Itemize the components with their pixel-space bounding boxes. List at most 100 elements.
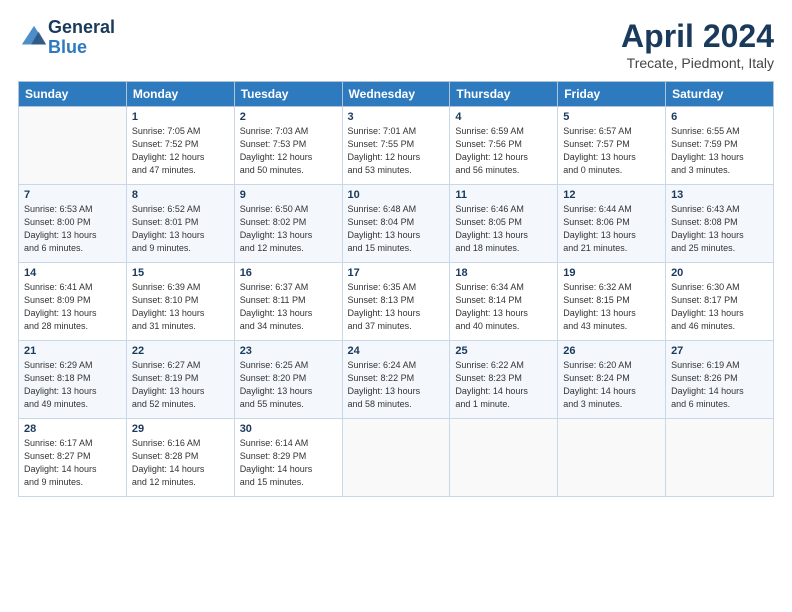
table-row: 28 Sunrise: 6:17 AM Sunset: 8:27 PM Dayli… [19, 419, 127, 497]
table-row: 6Sunrise: 6:55 AM Sunset: 7:59 PM Daylig… [666, 107, 774, 185]
table-row: 8 Sunrise: 6:52 AM Sunset: 8:01 PM Daylig… [126, 185, 234, 263]
col-tuesday: Tuesday [234, 82, 342, 107]
day-number: 18 [455, 267, 552, 279]
table-row: 9 Sunrise: 6:50 AM Sunset: 8:02 PM Daylig… [234, 185, 342, 263]
day-number: 22 [132, 345, 229, 357]
page-container: General Blue April 2024 Trecate, Piedmon… [0, 0, 792, 612]
day-number: 27 [671, 345, 768, 357]
col-thursday: Thursday [450, 82, 558, 107]
day-info: Sunrise: 6:34 AM Sunset: 8:14 PM Dayligh… [455, 281, 552, 333]
day-info: Sunrise: 6:22 AM Sunset: 8:23 PM Dayligh… [455, 359, 552, 411]
table-row: 18 Sunrise: 6:34 AM Sunset: 8:14 PM Dayli… [450, 263, 558, 341]
day-number: 10 [348, 189, 445, 201]
table-row: 23Sunrise: 6:25 AM Sunset: 8:20 PM Dayli… [234, 341, 342, 419]
day-number: 25 [455, 345, 552, 357]
day-number: 14 [24, 267, 121, 279]
day-info: Sunrise: 7:01 AM Sunset: 7:55 PM Dayligh… [348, 125, 445, 177]
day-info: Sunrise: 6:37 AM Sunset: 8:11 PM Dayligh… [240, 281, 337, 333]
calendar-header-row: Sunday Monday Tuesday Wednesday Thursday… [19, 82, 774, 107]
calendar-week-5: 28 Sunrise: 6:17 AM Sunset: 8:27 PM Dayli… [19, 419, 774, 497]
table-row: 24Sunrise: 6:24 AM Sunset: 8:22 PM Dayli… [342, 341, 450, 419]
day-info: Sunrise: 6:17 AM Sunset: 8:27 PM Dayligh… [24, 437, 121, 489]
day-number: 11 [455, 189, 552, 201]
day-info: Sunrise: 6:43 AM Sunset: 8:08 PM Dayligh… [671, 203, 768, 255]
logo-blue-text: Blue [48, 38, 115, 58]
table-row: 4 Sunrise: 6:59 AM Sunset: 7:56 PM Daylig… [450, 107, 558, 185]
day-number: 8 [132, 189, 229, 201]
calendar-table: Sunday Monday Tuesday Wednesday Thursday… [18, 81, 774, 497]
day-number: 20 [671, 267, 768, 279]
day-number: 30 [240, 423, 337, 435]
day-number: 29 [132, 423, 229, 435]
table-row [19, 107, 127, 185]
col-sunday: Sunday [19, 82, 127, 107]
day-number: 15 [132, 267, 229, 279]
table-row: 25 Sunrise: 6:22 AM Sunset: 8:23 PM Dayli… [450, 341, 558, 419]
location-subtitle: Trecate, Piedmont, Italy [621, 55, 774, 71]
logo-text: General Blue [48, 18, 115, 58]
day-number: 12 [563, 189, 660, 201]
table-row: 1Sunrise: 7:05 AM Sunset: 7:52 PM Daylig… [126, 107, 234, 185]
table-row [666, 419, 774, 497]
day-info: Sunrise: 6:35 AM Sunset: 8:13 PM Dayligh… [348, 281, 445, 333]
day-info: Sunrise: 6:41 AM Sunset: 8:09 PM Dayligh… [24, 281, 121, 333]
day-info: Sunrise: 6:59 AM Sunset: 7:56 PM Dayligh… [455, 125, 552, 177]
calendar-week-1: 1Sunrise: 7:05 AM Sunset: 7:52 PM Daylig… [19, 107, 774, 185]
month-title: April 2024 [621, 18, 774, 55]
table-row: 22Sunrise: 6:27 AM Sunset: 8:19 PM Dayli… [126, 341, 234, 419]
calendar-week-4: 21 Sunrise: 6:29 AM Sunset: 8:18 PM Dayli… [19, 341, 774, 419]
day-info: Sunrise: 6:29 AM Sunset: 8:18 PM Dayligh… [24, 359, 121, 411]
day-info: Sunrise: 6:50 AM Sunset: 8:02 PM Dayligh… [240, 203, 337, 255]
day-number: 4 [455, 111, 552, 123]
table-row: 26Sunrise: 6:20 AM Sunset: 8:24 PM Dayli… [558, 341, 666, 419]
day-number: 2 [240, 111, 337, 123]
day-info: Sunrise: 7:03 AM Sunset: 7:53 PM Dayligh… [240, 125, 337, 177]
day-number: 16 [240, 267, 337, 279]
table-row [450, 419, 558, 497]
table-row: 19Sunrise: 6:32 AM Sunset: 8:15 PM Dayli… [558, 263, 666, 341]
day-info: Sunrise: 6:19 AM Sunset: 8:26 PM Dayligh… [671, 359, 768, 411]
day-number: 1 [132, 111, 229, 123]
day-number: 24 [348, 345, 445, 357]
table-row: 30Sunrise: 6:14 AM Sunset: 8:29 PM Dayli… [234, 419, 342, 497]
day-number: 9 [240, 189, 337, 201]
calendar-week-2: 7 Sunrise: 6:53 AM Sunset: 8:00 PM Daylig… [19, 185, 774, 263]
day-number: 21 [24, 345, 121, 357]
day-number: 7 [24, 189, 121, 201]
day-info: Sunrise: 6:39 AM Sunset: 8:10 PM Dayligh… [132, 281, 229, 333]
table-row: 13 Sunrise: 6:43 AM Sunset: 8:08 PM Dayli… [666, 185, 774, 263]
day-number: 13 [671, 189, 768, 201]
table-row: 21 Sunrise: 6:29 AM Sunset: 8:18 PM Dayli… [19, 341, 127, 419]
day-info: Sunrise: 6:52 AM Sunset: 8:01 PM Dayligh… [132, 203, 229, 255]
day-number: 6 [671, 111, 768, 123]
table-row: 12Sunrise: 6:44 AM Sunset: 8:06 PM Dayli… [558, 185, 666, 263]
table-row: 17Sunrise: 6:35 AM Sunset: 8:13 PM Dayli… [342, 263, 450, 341]
calendar-week-3: 14 Sunrise: 6:41 AM Sunset: 8:09 PM Dayli… [19, 263, 774, 341]
logo: General Blue [18, 18, 115, 58]
table-row: 14 Sunrise: 6:41 AM Sunset: 8:09 PM Dayli… [19, 263, 127, 341]
table-row: 2 Sunrise: 7:03 AM Sunset: 7:53 PM Daylig… [234, 107, 342, 185]
table-row: 10 Sunrise: 6:48 AM Sunset: 8:04 PM Dayli… [342, 185, 450, 263]
day-number: 26 [563, 345, 660, 357]
table-row: 15 Sunrise: 6:39 AM Sunset: 8:10 PM Dayli… [126, 263, 234, 341]
day-info: Sunrise: 6:53 AM Sunset: 8:00 PM Dayligh… [24, 203, 121, 255]
day-number: 23 [240, 345, 337, 357]
day-info: Sunrise: 6:48 AM Sunset: 8:04 PM Dayligh… [348, 203, 445, 255]
table-row: 3Sunrise: 7:01 AM Sunset: 7:55 PM Daylig… [342, 107, 450, 185]
col-friday: Friday [558, 82, 666, 107]
table-row [342, 419, 450, 497]
col-saturday: Saturday [666, 82, 774, 107]
table-row: 27 Sunrise: 6:19 AM Sunset: 8:26 PM Dayli… [666, 341, 774, 419]
table-row: 7 Sunrise: 6:53 AM Sunset: 8:00 PM Daylig… [19, 185, 127, 263]
day-info: Sunrise: 6:32 AM Sunset: 8:15 PM Dayligh… [563, 281, 660, 333]
table-row: 16 Sunrise: 6:37 AM Sunset: 8:11 PM Dayli… [234, 263, 342, 341]
day-number: 28 [24, 423, 121, 435]
table-row [558, 419, 666, 497]
title-block: April 2024 Trecate, Piedmont, Italy [621, 18, 774, 71]
col-wednesday: Wednesday [342, 82, 450, 107]
table-row: 11 Sunrise: 6:46 AM Sunset: 8:05 PM Dayli… [450, 185, 558, 263]
day-info: Sunrise: 6:46 AM Sunset: 8:05 PM Dayligh… [455, 203, 552, 255]
day-info: Sunrise: 6:57 AM Sunset: 7:57 PM Dayligh… [563, 125, 660, 177]
header: General Blue April 2024 Trecate, Piedmon… [18, 18, 774, 71]
table-row: 20Sunrise: 6:30 AM Sunset: 8:17 PM Dayli… [666, 263, 774, 341]
